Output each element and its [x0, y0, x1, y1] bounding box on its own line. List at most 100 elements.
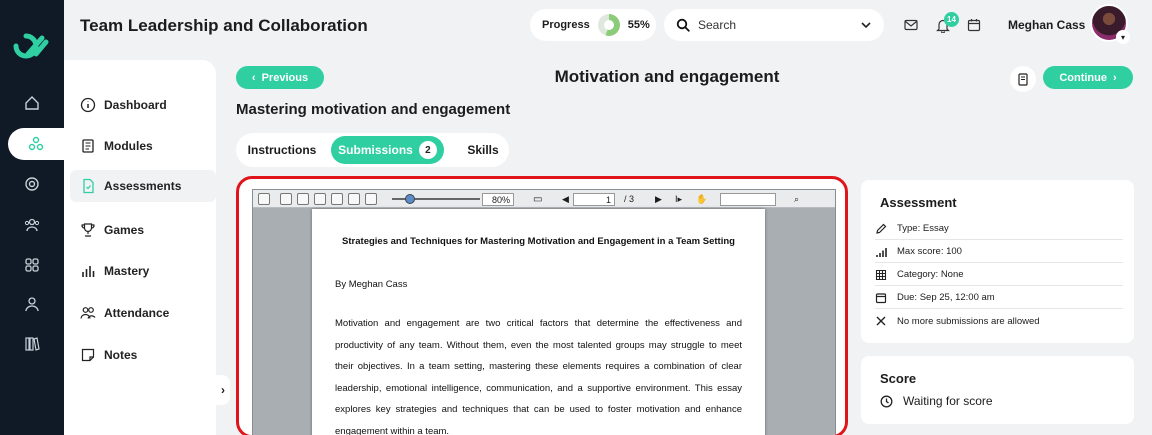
thumbnails-icon[interactable] — [314, 192, 326, 205]
sidebar-item-mastery[interactable]: Mastery — [70, 255, 216, 287]
sidebar-collapse-button[interactable]: › — [216, 375, 230, 405]
book-icon — [82, 139, 94, 153]
assessment-card: Assessment Type: Essay Max score: 100 Ca… — [861, 180, 1134, 343]
info-icon — [80, 97, 96, 113]
pdf-search-field[interactable] — [720, 193, 776, 206]
zoom-slider-handle[interactable] — [405, 194, 415, 204]
print-icon[interactable] — [258, 192, 270, 205]
document-icon — [83, 178, 94, 194]
assessment-row-text: Category: None — [897, 269, 964, 280]
assessment-row-text: No more submissions are allowed — [897, 315, 1040, 327]
sidebar-item-notes[interactable]: Notes — [70, 339, 216, 371]
people-icon — [80, 307, 96, 319]
pdf-viewer: 80% ▭ ◀ 1 / 3 ▶ I▸ ✋ ⌕ Strategies and Te… — [252, 189, 836, 435]
signal-icon — [876, 247, 887, 257]
chevron-right-icon: › — [221, 383, 225, 397]
calendar-icon — [875, 292, 887, 303]
pdf-search-icon[interactable]: ⌕ — [794, 194, 799, 205]
tab-skills[interactable]: Skills — [453, 136, 513, 164]
sidebar: Dashboard Modules Assessments Games Mast… — [64, 60, 216, 435]
progress-value: 55% — [627, 19, 650, 31]
tab-submissions[interactable]: Submissions 2 — [331, 136, 444, 164]
sidebar-item-label: Attendance — [104, 306, 170, 320]
clock-icon — [880, 395, 893, 407]
sidebar-item-attendance[interactable]: Attendance — [70, 297, 216, 329]
assessment-type: Type: Essay — [875, 218, 1123, 240]
rotate-icon[interactable] — [365, 192, 377, 205]
page-total: / 3 — [624, 194, 635, 204]
assessment-row-text: Due: Sep 25, 12:00 am — [897, 292, 995, 303]
trophy-icon — [81, 223, 95, 237]
search-input[interactable]: Search — [664, 9, 884, 41]
score-status: Waiting for score — [880, 394, 993, 408]
notebook-icon — [1018, 72, 1028, 86]
sidebar-item-modules[interactable]: Modules — [70, 130, 216, 162]
tab-label: Skills — [467, 143, 499, 157]
sidebar-item-label: Mastery — [104, 264, 150, 278]
sidebar-item-label: Dashboard — [104, 98, 167, 112]
tab-label: Instructions — [247, 143, 317, 157]
user-name[interactable]: Meghan Cass — [1008, 18, 1085, 32]
page-number-field[interactable]: 1 — [573, 193, 615, 206]
zoom-field[interactable]: 80% — [482, 193, 514, 206]
sidebar-item-label: Modules — [104, 139, 153, 153]
prev-page-icon[interactable]: ◀ — [562, 194, 569, 205]
chevron-down-icon[interactable] — [860, 19, 872, 31]
note-icon — [81, 348, 95, 362]
document-title: Strategies and Techniques for Mastering … — [342, 236, 735, 247]
assessment-submission-status: No more submissions are allowed — [875, 310, 1123, 332]
single-page-icon[interactable] — [280, 192, 292, 205]
sidebar-item-label: Assessments — [104, 179, 182, 193]
continue-label: Continue — [1059, 71, 1107, 84]
fit-height-icon[interactable] — [348, 192, 360, 205]
score-card: Score Waiting for score — [861, 356, 1134, 424]
sidebar-item-label: Notes — [104, 348, 138, 362]
search-placeholder: Search — [698, 18, 737, 32]
grid-icon[interactable] — [18, 251, 46, 279]
score-heading: Score — [880, 371, 917, 386]
close-icon — [876, 316, 886, 326]
progress-donut — [597, 14, 620, 36]
tab-instructions[interactable]: Instructions — [240, 136, 324, 164]
calendar-icon[interactable] — [965, 16, 983, 34]
text-select-icon[interactable]: I▸ — [675, 194, 682, 205]
next-page-icon[interactable]: ▶ — [655, 194, 662, 205]
assessment-category: Category: None — [875, 264, 1123, 286]
home-icon[interactable] — [18, 89, 46, 117]
notification-badge: 14 — [944, 12, 959, 27]
section-subtitle: Mastering motivation and engagement — [236, 101, 511, 118]
target-icon[interactable] — [18, 170, 46, 198]
score-status-text: Waiting for score — [903, 394, 993, 408]
progress-label: Progress — [542, 19, 590, 31]
books-icon[interactable] — [18, 330, 46, 358]
sidebar-item-assessments[interactable]: Assessments — [70, 170, 216, 202]
assessment-heading: Assessment — [880, 195, 957, 210]
sidebar-item-games[interactable]: Games — [70, 214, 216, 246]
group-icon[interactable] — [18, 211, 46, 239]
sidebar-item-dashboard[interactable]: Dashboard — [70, 89, 216, 121]
fit-width-icon[interactable] — [331, 192, 343, 205]
assessment-row-text: Max score: 100 — [897, 246, 962, 257]
assessment-max-score: Max score: 100 — [875, 241, 1123, 263]
submission-viewer-frame: 80% ▭ ◀ 1 / 3 ▶ I▸ ✋ ⌕ Strategies and Te… — [236, 176, 848, 435]
app-title: Team Leadership and Collaboration — [80, 16, 368, 35]
chevron-down-icon[interactable]: ▾ — [1116, 30, 1130, 44]
presentation-icon[interactable]: ▭ — [533, 194, 542, 205]
mail-icon[interactable] — [902, 16, 920, 34]
document-page: Strategies and Techniques for Mastering … — [312, 209, 765, 435]
assessment-due-date: Due: Sep 25, 12:00 am — [875, 287, 1123, 309]
submission-count-badge: 2 — [418, 141, 437, 159]
sidebar-item-label: Games — [104, 223, 145, 237]
app-logo[interactable] — [12, 30, 52, 62]
app-rail — [0, 0, 64, 435]
continue-button[interactable]: Continue › — [1043, 66, 1133, 89]
notebook-button[interactable] — [1010, 66, 1036, 92]
hand-tool-icon[interactable]: ✋ — [696, 194, 707, 205]
document-byline: By Meghan Cass — [335, 279, 408, 290]
bar-chart-icon — [82, 266, 95, 277]
user-icon[interactable] — [18, 290, 46, 318]
network-icon[interactable] — [8, 128, 64, 160]
chevron-right-icon: › — [1113, 71, 1117, 84]
assessment-row-text: Type: Essay — [897, 223, 949, 234]
two-page-icon[interactable] — [297, 192, 309, 205]
